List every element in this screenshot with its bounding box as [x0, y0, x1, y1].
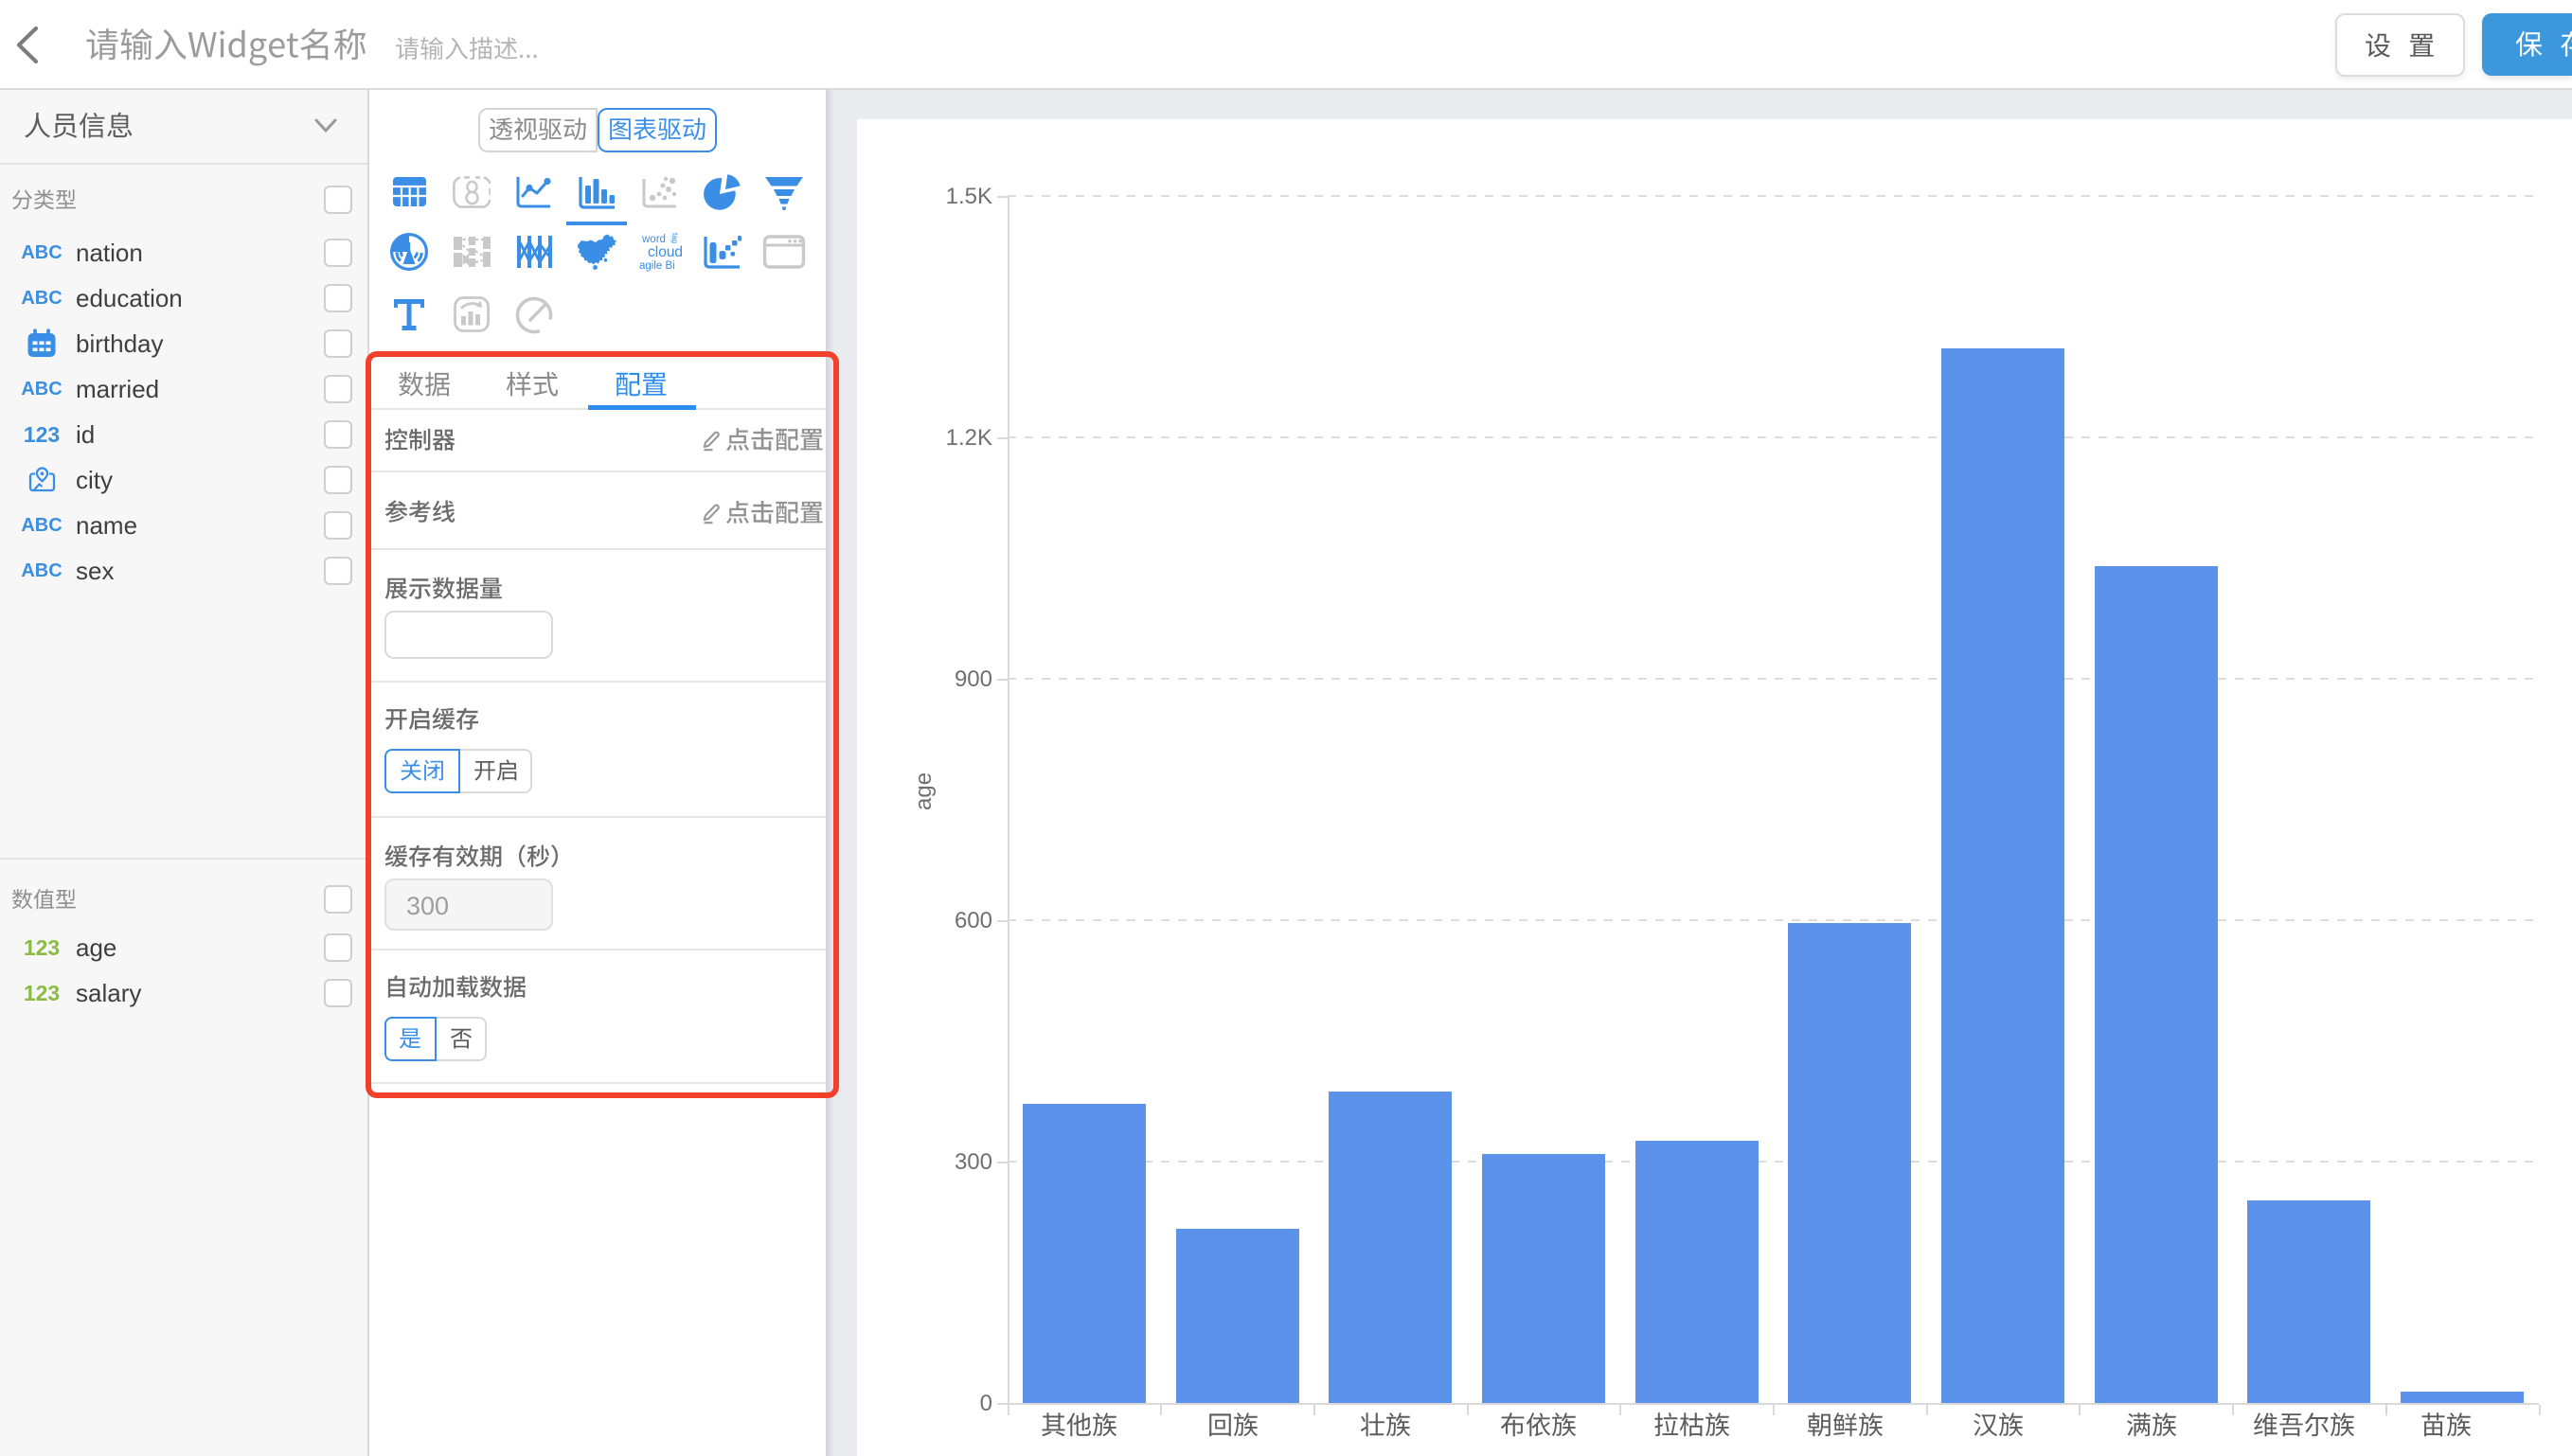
svg-text:cloud: cloud: [648, 244, 683, 260]
svg-text:tag: tag: [670, 233, 679, 243]
svg-text:agile Bi: agile Bi: [639, 260, 675, 272]
